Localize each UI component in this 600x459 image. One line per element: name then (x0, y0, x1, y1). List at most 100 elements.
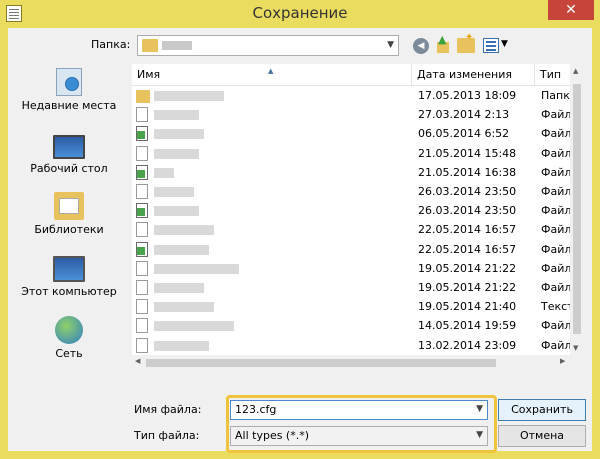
column-header-row: Имя ▲ Дата изменения Тип (132, 64, 584, 86)
desktop-icon (53, 135, 85, 159)
file-type: Файл "CFG" (541, 146, 570, 160)
file-date: 17.05.2013 18:09 (418, 89, 517, 102)
sidebar-item-network[interactable]: Сеть (8, 316, 130, 360)
file-icon (136, 222, 148, 238)
file-date: 14.05.2014 19:59 (418, 319, 517, 333)
sidebar-item-label: Недавние места (21, 99, 117, 112)
file-name-redacted (154, 321, 234, 332)
up-folder-icon[interactable] (435, 33, 451, 54)
scroll-down-icon[interactable]: ▼ (573, 344, 578, 352)
sidebar-item-libraries[interactable]: Библиотеки (8, 192, 130, 236)
table-row[interactable]: 06.05.2014 6:52 Файл "CFG" (132, 124, 570, 144)
file-icon (136, 107, 148, 123)
file-type: Файл "CFG" (541, 185, 570, 198)
file-icon (136, 299, 148, 315)
filetype-label: Тип файла: (134, 429, 200, 442)
sidebar-item-desktop[interactable]: Рабочий стол (8, 135, 130, 175)
file-type: Файл "CFG" (541, 242, 570, 256)
file-name-redacted (154, 206, 199, 217)
scroll-right-icon[interactable]: ▶ (560, 357, 565, 365)
file-type: Файл "CFG" (541, 108, 570, 122)
back-icon[interactable]: ◀ (413, 38, 429, 54)
file-name-redacted (154, 283, 204, 293)
file-icon (136, 184, 148, 199)
file-date: 22.05.2014 16:57 (418, 223, 517, 237)
recent-places-icon (56, 68, 82, 96)
table-row[interactable]: 27.03.2014 2:13 Файл "CFG" (132, 105, 570, 125)
save-button[interactable]: Сохранить (498, 399, 586, 421)
file-type: Файл "CFG" (541, 165, 570, 179)
cfg-file-icon (136, 164, 148, 180)
file-icon (136, 337, 148, 353)
chevron-down-icon: ▼ (387, 40, 394, 50)
file-date: 21.05.2014 15:48 (418, 146, 517, 160)
file-type: Файл "CFG" (541, 204, 570, 218)
column-header-name[interactable]: Имя ▲ (132, 64, 412, 86)
table-row[interactable]: 17.05.2013 18:09 Папка с файлами (132, 86, 570, 106)
file-icon (136, 260, 148, 276)
table-row[interactable]: 21.05.2014 16:38 Файл "CFG" (132, 163, 570, 183)
filetype-select[interactable]: All types (*.*) ▼ (230, 426, 488, 446)
file-date: 19.05.2014 21:40 (418, 300, 517, 314)
sidebar-item-computer[interactable]: Этот компьютер (8, 256, 130, 298)
vertical-scrollbar[interactable]: ▲ ▼ (570, 64, 584, 355)
file-icon (136, 145, 148, 161)
chevron-down-icon: ▼ (476, 430, 483, 440)
file-name-redacted (154, 340, 209, 351)
horizontal-scrollbar[interactable]: ◀ ▶ (132, 355, 584, 370)
file-name-redacted (154, 148, 199, 159)
table-row[interactable]: 19.05.2014 21:22 Файл "CFG" (132, 259, 570, 279)
file-date: 21.05.2014 16:38 (418, 165, 517, 179)
folder-icon (142, 39, 158, 52)
file-type: Файл "CFG" (541, 319, 570, 333)
cfg-file-icon (136, 241, 148, 257)
file-type: Файл "CFG" (541, 127, 570, 141)
chevron-down-icon[interactable]: ▼ (476, 404, 483, 414)
file-date: 22.05.2014 16:57 (418, 242, 517, 256)
sidebar-item-label: Этот компьютер (21, 285, 117, 298)
file-icon (136, 318, 148, 334)
filename-input[interactable]: 123.cfg ▼ (230, 400, 488, 420)
column-header-date[interactable]: Дата изменения (412, 64, 535, 86)
scroll-left-icon[interactable]: ◀ (135, 357, 140, 365)
file-name-redacted (154, 225, 214, 236)
new-folder-icon[interactable] (457, 32, 475, 53)
places-sidebar: Недавние места Рабочий стол Библиотеки Э… (8, 68, 130, 373)
save-dialog: Сохранение ✕ Папка: ▼ ◀ ▼ Недавние места… (0, 0, 600, 459)
file-date: 26.03.2014 23:50 (418, 204, 517, 218)
file-type: Папка с файлами (541, 89, 570, 102)
sidebar-item-label: Сеть (55, 347, 83, 360)
file-type: Файл "CFG" (541, 223, 570, 237)
table-row[interactable]: 19.05.2014 21:22 Файл "CFG" (132, 278, 570, 298)
scroll-up-icon[interactable]: ▲ (573, 67, 578, 75)
view-menu-icon[interactable] (483, 38, 499, 53)
table-row[interactable]: 26.03.2014 23:50 Файл "CFG" (132, 182, 570, 202)
filename-label: Имя файла: (134, 403, 202, 416)
table-row[interactable]: 14.05.2014 19:59 Файл "CFG" (132, 316, 570, 336)
cfg-file-icon (136, 126, 148, 142)
table-row[interactable]: 19.05.2014 21:40 Текстовый документ (132, 297, 570, 317)
folder-select[interactable]: ▼ (137, 35, 399, 56)
file-type: Файл "CFG" (541, 281, 570, 294)
title-bar[interactable]: Сохранение ✕ (0, 0, 600, 28)
file-date: 26.03.2014 23:50 (418, 185, 517, 198)
table-row[interactable]: 13.02.2014 23:09 Файл "CFG" (132, 336, 570, 355)
file-date: 13.02.2014 23:09 (418, 338, 517, 352)
close-button[interactable]: ✕ (548, 0, 594, 20)
sidebar-item-recent[interactable]: Недавние места (8, 68, 130, 112)
table-row[interactable]: 21.05.2014 15:48 Файл "CFG" (132, 144, 570, 164)
computer-icon (53, 256, 85, 282)
table-row[interactable]: 22.05.2014 16:57 Файл "CFG" (132, 220, 570, 240)
horizontal-scroll-thumb[interactable] (146, 359, 496, 367)
chevron-down-icon[interactable]: ▼ (501, 39, 508, 49)
file-type: Текстовый документ (541, 300, 570, 314)
file-date: 27.03.2014 2:13 (418, 108, 510, 122)
table-row[interactable]: 22.05.2014 16:57 Файл "CFG" (132, 240, 570, 260)
vertical-scroll-thumb[interactable] (573, 84, 581, 334)
file-list[interactable]: Имя ▲ Дата изменения Тип 17.05.2013 18:0… (132, 64, 584, 370)
cancel-button[interactable]: Отмена (498, 425, 586, 447)
file-name-redacted (154, 91, 224, 101)
libraries-icon (54, 192, 84, 220)
file-type: Файл "CFG" (541, 338, 570, 352)
table-row[interactable]: 26.03.2014 23:50 Файл "CFG" (132, 201, 570, 221)
